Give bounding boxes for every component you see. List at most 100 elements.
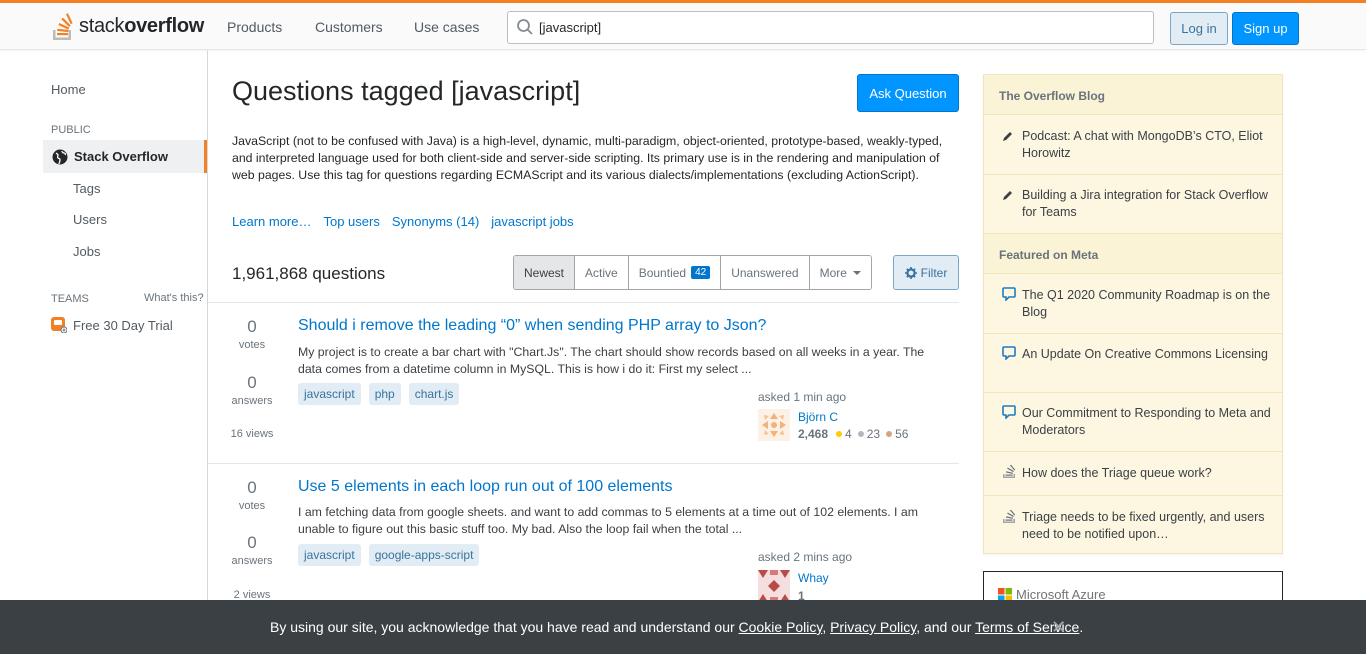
tag-description: JavaScript (not to be confused with Java… [232,134,943,182]
cookie-notice-text: By using our site, you acknowledge that … [270,619,1084,635]
tab-active[interactable]: Active [575,256,629,289]
user-reputation: 2,468 4 23 56 [798,427,908,441]
stackoverflow-logo[interactable]: stackoverflow [51,10,204,42]
javascript-jobs-link[interactable]: javascript jobs [491,214,573,229]
question-tags: javascript google-apps-script [298,544,487,566]
sidebar-item-users[interactable]: Users [73,212,107,227]
divider [208,302,959,303]
pencil-icon [1003,132,1012,141]
avatar[interactable] [758,570,790,602]
blog-item-text: Podcast: A chat with MongoDB’s CTO, Elio… [1022,129,1263,160]
cookie-policy-link[interactable]: Cookie Policy [739,619,823,635]
asked-time[interactable]: asked 1 min ago [758,390,846,404]
reputation-score: 2,468 [798,427,829,441]
tag-links: Learn more… Top users Synonyms (14) java… [232,214,586,229]
top-bar: stackoverflow Products Customers Use cas… [0,0,1366,50]
meta-item[interactable]: How does the Triage queue work? [984,452,1282,496]
top-users-link[interactable]: Top users [323,214,379,229]
question-title[interactable]: Use 5 elements in each loop run out of 1… [298,478,672,496]
gear-icon [904,266,917,279]
tab-unanswered[interactable]: Unanswered [721,256,810,289]
left-sidebar: Home PUBLIC Stack Overflow Tags Users Jo… [0,50,208,654]
speech-bubble-icon [1002,287,1016,301]
meta-item-text: How does the Triage queue work? [1022,466,1212,480]
chevron-down-icon [852,270,861,275]
learn-more-link[interactable]: Learn more… [232,214,311,229]
meta-item[interactable]: An Update On Creative Commons Licensing [984,334,1282,393]
bounty-count-badge: 42 [691,266,711,279]
stack-icon [1003,510,1016,523]
pencil-icon [1003,191,1012,200]
sidebar-item-jobs[interactable]: Jobs [73,244,100,259]
filter-label: Filter [920,265,948,280]
question-title[interactable]: Should i remove the leading “0” when sen… [298,317,766,335]
sidebar-heading-teams: TEAMS [51,293,89,305]
sidebar-item-home[interactable]: Home [51,82,86,97]
silver-badge-count: 23 [866,427,881,441]
tab-more-label: More [819,265,847,280]
user-name[interactable]: Whay [798,571,829,585]
meta-item-text: Our Commitment to Responding to Meta and… [1022,406,1271,437]
login-button[interactable]: Log in [1170,12,1228,45]
user-name[interactable]: Björn C [798,410,838,424]
tag-javascript[interactable]: javascript [298,383,361,405]
question-tags: javascript php chart.js [298,383,467,405]
meta-item[interactable]: The Q1 2020 Community Roadmap is on the … [984,275,1282,334]
whats-this-link[interactable]: What's this? [144,292,204,304]
signup-button[interactable]: Sign up [1232,12,1299,45]
tag-chartjs[interactable]: chart.js [408,383,460,405]
sort-tabs: Newest Active Bountied 42 Unanswered More [513,255,872,290]
tag-php[interactable]: php [368,383,401,405]
tab-more[interactable]: More [809,256,871,289]
blog-heading: The Overflow Blog [984,75,1282,115]
cookie-banner: By using our site, you acknowledge that … [0,600,1366,654]
blog-item[interactable]: Podcast: A chat with MongoDB’s CTO, Elio… [984,116,1282,175]
gold-badge-icon [836,431,843,437]
silver-badge-icon [857,431,864,437]
teams-icon [51,317,67,333]
question-excerpt: My project is to create a bar chart with… [298,345,925,376]
sidebar-heading-public: PUBLIC [51,124,91,136]
view-count: 16 views [230,428,274,440]
vote-count: 0 votes [238,317,266,351]
nav-use-cases[interactable]: Use cases [414,3,479,50]
sidebar-item-stack-overflow[interactable]: Stack Overflow [43,140,207,173]
blog-item-text: Building a Jira integration for Stack Ov… [1022,188,1268,219]
meta-item[interactable]: Triage needs to be fixed urgently, and u… [984,496,1282,554]
bronze-badge-count: 56 [895,427,909,441]
asked-time[interactable]: asked 2 mins ago [758,550,852,564]
privacy-policy-link[interactable]: Privacy Policy [830,619,916,635]
stack-logo-icon [53,13,73,40]
tag-javascript[interactable]: javascript [298,544,361,566]
sidebar-item-tags[interactable]: Tags [73,181,100,196]
search-input[interactable]: [javascript] [507,11,1154,44]
nav-customers[interactable]: Customers [315,3,383,50]
tab-newest[interactable]: Newest [514,256,576,289]
question-count: 1,961,868 questions [232,264,386,283]
speech-bubble-icon [1002,405,1016,419]
meta-item-text: Triage needs to be fixed urgently, and u… [1022,510,1265,541]
close-icon[interactable]: ✕ [1051,617,1066,638]
answer-count: 0 answers [231,533,273,567]
search-value: [javascript] [539,20,602,35]
divider [208,463,959,464]
nav-products[interactable]: Products [227,3,282,50]
search-icon [517,19,533,35]
tag-google-apps-script[interactable]: google-apps-script [368,544,480,566]
vote-count: 0 votes [238,478,266,512]
tab-bountied-label: Bountied [638,265,687,280]
synonyms-link[interactable]: Synonyms (14) [392,214,479,229]
logo-text: stackoverflow [79,14,205,37]
avatar[interactable] [758,409,790,441]
gold-badge-count: 4 [845,427,852,441]
meta-item-text: The Q1 2020 Community Roadmap is on the … [1022,288,1271,319]
filter-button[interactable]: Filter [893,255,959,290]
ask-question-button[interactable]: Ask Question [857,74,959,112]
free-trial-link[interactable]: Free 30 Day Trial [73,318,173,333]
question-excerpt: I am fetching data from google sheets. a… [298,505,918,536]
meta-item-text: An Update On Creative Commons Licensing [1022,347,1268,361]
blog-item[interactable]: Building a Jira integration for Stack Ov… [984,175,1282,234]
meta-item[interactable]: Our Commitment to Responding to Meta and… [984,393,1282,452]
meta-heading: Featured on Meta [984,234,1282,274]
tab-bountied[interactable]: Bountied 42 [628,256,722,289]
